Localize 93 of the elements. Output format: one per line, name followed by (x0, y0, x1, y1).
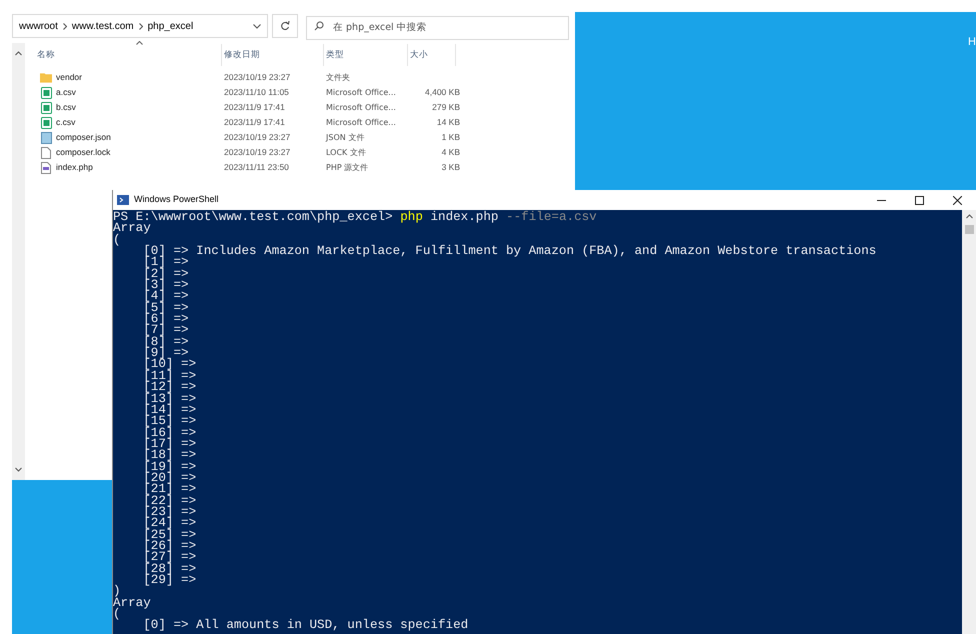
output-line: [16] => (142, 428, 196, 439)
file-size: 3 KB (442, 162, 460, 172)
file-row[interactable]: vendor 2023/10/19 23:27 文件夹 (25, 70, 575, 85)
output-line: [18] => (142, 450, 196, 462)
modified-date: 2023/10/19 23:27 (223, 131, 292, 144)
file-size: 4,400 KB (425, 87, 460, 98)
output-line: [12] => (142, 382, 196, 394)
column-header[interactable]: 大小 (408, 44, 456, 66)
column-header[interactable]: 类型 (324, 44, 408, 66)
file-name: a.csv (56, 86, 76, 99)
spreadsheet-file-icon (40, 116, 52, 128)
output-line: ) (113, 586, 121, 598)
output-line: [11] => (142, 370, 196, 382)
output-line: ( (113, 609, 121, 620)
prompt-path: PS E:\wwwroot\www.test.com\php_excel> (113, 210, 393, 224)
chevron-right-icon (138, 22, 143, 30)
window-title: Windows PowerShell (134, 193, 219, 206)
file-name: composer.json (56, 131, 111, 144)
command-argument: index.php (430, 210, 498, 224)
output-line: [28] => (142, 564, 196, 575)
file-name: c.csv (56, 116, 76, 129)
output-line: [21] => (142, 484, 196, 496)
output-line: Array (113, 598, 151, 610)
close-icon (952, 196, 962, 204)
output-line: [13] => (142, 394, 196, 405)
chevron-up-icon (966, 214, 972, 219)
address-bar[interactable]: wwwroot www.test.com php_excel (12, 14, 268, 38)
spreadsheet-file-icon (40, 86, 52, 98)
file-row[interactable]: b.csv 2023/11/9 17:41 Microsoft Office... 279 KB (25, 100, 575, 115)
file-type: 文件夹 (325, 72, 351, 84)
output-line: [10] => (142, 359, 196, 371)
blank-file-icon (41, 146, 51, 158)
output-line: [15] => (142, 416, 196, 428)
search-field[interactable]: 在 php_excel 中搜索 (306, 16, 569, 40)
column-header[interactable]: 修改日期 (222, 44, 324, 66)
breadcrumb-item[interactable]: www.test.com (72, 18, 134, 34)
output-line: Array (113, 223, 151, 235)
file-row[interactable]: a.csv 2023/11/10 11:05 Microsoft Office... 4,400 KB (25, 85, 575, 100)
document-file-icon (40, 132, 52, 144)
modified-date: 2023/11/10 11:05 (223, 86, 290, 99)
output-line: [19] => (142, 462, 196, 473)
refresh-icon (280, 21, 290, 31)
desktop-label: H (968, 35, 976, 50)
file-type: PHP 源文件 (325, 162, 370, 174)
file-size: 4 KB (442, 147, 460, 158)
chevron-up-icon (15, 51, 22, 56)
output-line: [27] => (142, 552, 196, 564)
scrollbar[interactable] (962, 210, 976, 634)
scrollbar-thumb[interactable] (964, 225, 974, 234)
file-type: Microsoft Office... (325, 116, 397, 128)
chevron-down-icon (253, 24, 261, 28)
file-name: vendor (56, 71, 82, 84)
output-line: [22] => (142, 496, 196, 507)
file-name: composer.lock (56, 146, 110, 159)
file-type: LOCK 文件 (325, 146, 367, 158)
folder-icon (40, 72, 52, 83)
refresh-button[interactable] (272, 14, 298, 38)
chevron-down-icon (15, 467, 22, 472)
command-name: php (400, 210, 423, 224)
file-row[interactable]: c.csv 2023/11/9 17:41 Microsoft Office... 14 KB (25, 115, 575, 130)
modified-date: 2023/10/19 23:27 (223, 71, 292, 84)
modified-date: 2023/11/11 23:50 (223, 161, 290, 174)
modified-date: 2023/10/19 23:27 (223, 146, 292, 159)
chevron-right-icon (62, 22, 67, 30)
modified-date: 2023/11/9 17:41 (223, 101, 286, 114)
file-row[interactable]: index.php 2023/11/11 23:50 PHP 源文件 3 KB (25, 160, 575, 175)
file-type: Microsoft Office... (325, 102, 397, 114)
modified-date: 2023/11/9 17:41 (223, 116, 286, 129)
output-line: ( (113, 234, 121, 246)
output-line: [29] => (142, 575, 196, 586)
breadcrumb-item[interactable]: wwwroot (19, 18, 58, 34)
file-size: 14 KB (436, 117, 460, 128)
terminal-icon (117, 195, 129, 205)
file-name: index.php (56, 161, 93, 174)
output-line: [25] => (142, 530, 196, 541)
file-name: b.csv (56, 101, 76, 114)
file-type: Microsoft Office... (325, 86, 397, 98)
command-option: --file=a.csv (506, 210, 597, 224)
spreadsheet-file-icon (40, 102, 52, 114)
output-line: [24] => (142, 518, 196, 530)
breadcrumb-item[interactable]: php_excel (148, 18, 194, 34)
file-row[interactable]: composer.lock 2023/10/19 23:27 LOCK 文件 4 KB (25, 145, 575, 160)
column-header[interactable]: 名称 (25, 44, 222, 66)
file-size: 279 KB (432, 102, 460, 112)
sort-caret-icon (136, 41, 143, 45)
maximize-icon (914, 196, 924, 204)
output-line: [0] => All amounts in USD, unless specified (142, 620, 468, 632)
scrollbar[interactable] (12, 43, 25, 480)
file-size: 1 KB (442, 132, 460, 142)
file-type: JSON 文件 (324, 132, 366, 144)
code-file-icon (41, 162, 51, 174)
file-row[interactable]: composer.json 2023/10/19 23:27 JSON 文件 1 KB (25, 130, 575, 145)
search-icon (314, 21, 324, 31)
